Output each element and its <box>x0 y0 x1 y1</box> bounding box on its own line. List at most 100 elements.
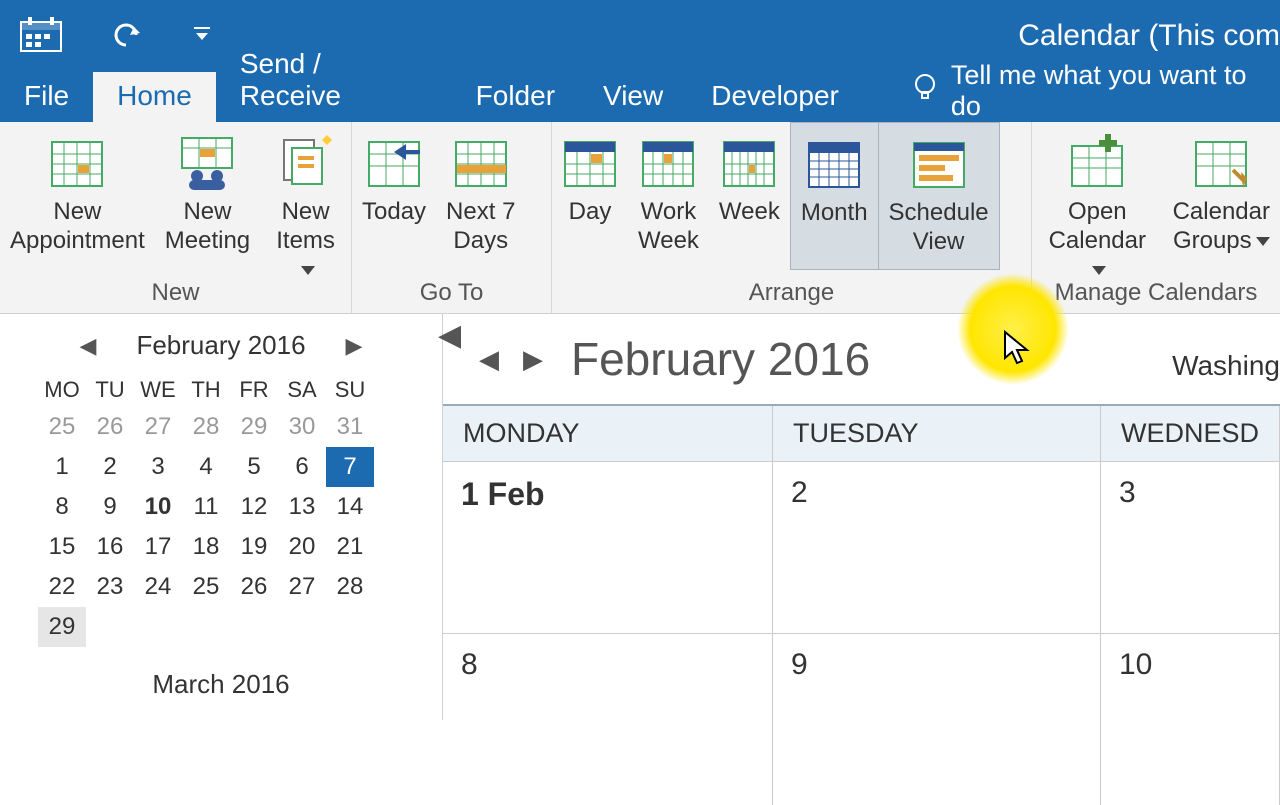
mini-date-cell[interactable]: 27 <box>278 567 326 607</box>
calendar-grid-icon <box>49 134 105 190</box>
open-calendar-button[interactable]: Open Calendar <box>1032 122 1163 270</box>
tab-folder[interactable]: Folder <box>452 72 579 122</box>
calendar-groups-button[interactable]: Calendar Groups <box>1163 122 1280 270</box>
mini-calendar-title: February 2016 <box>136 330 305 361</box>
mini-date-cell[interactable]: 4 <box>182 447 230 487</box>
day-cell[interactable]: 10 <box>1101 633 1279 805</box>
group-arrange-label: Arrange <box>552 275 1031 313</box>
mini-date-cell[interactable]: 17 <box>134 527 182 567</box>
today-button[interactable]: Today <box>352 122 436 270</box>
next-month-icon[interactable]: ▶ <box>346 333 363 359</box>
mini-dow: SU <box>326 373 374 407</box>
mini-date-cell[interactable]: 22 <box>38 567 86 607</box>
column-header-wednesday: WEDNESD <box>1101 406 1279 461</box>
new-meeting-label: New Meeting <box>165 198 250 256</box>
prev-period-icon[interactable]: ◀ <box>467 344 511 375</box>
mini-date-cell[interactable]: 30 <box>278 407 326 447</box>
mini-date-cell[interactable]: 3 <box>134 447 182 487</box>
group-goto-label: Go To <box>352 275 551 313</box>
mini-date-cell <box>134 607 182 647</box>
mini-calendar-grid: MOTUWETHFRSASU25262728293031123456789101… <box>38 373 404 647</box>
tab-view[interactable]: View <box>579 72 687 122</box>
mini-date-cell[interactable]: 5 <box>230 447 278 487</box>
tab-developer[interactable]: Developer <box>687 72 863 122</box>
mini-date-cell[interactable]: 18 <box>182 527 230 567</box>
next-7-days-button[interactable]: Next 7 Days <box>436 122 525 270</box>
mini-date-cell[interactable]: 25 <box>38 407 86 447</box>
work-week-label: Work Week <box>638 198 699 256</box>
tab-file[interactable]: File <box>0 72 93 122</box>
mini-date-cell[interactable]: 6 <box>278 447 326 487</box>
day-label: Day <box>569 198 612 227</box>
mini-date-cell[interactable]: 2 <box>86 447 134 487</box>
undo-icon[interactable] <box>110 19 144 54</box>
mini-date-cell[interactable]: 29 <box>38 607 86 647</box>
dropdown-icon <box>301 266 315 275</box>
month-label: Month <box>801 199 868 228</box>
day-cell[interactable]: 2 <box>773 461 1100 633</box>
mini-date-cell[interactable]: 26 <box>86 407 134 447</box>
mini-date-cell[interactable]: 1 <box>38 447 86 487</box>
dropdown-icon <box>1092 266 1106 275</box>
mini-date-cell[interactable]: 10 <box>134 487 182 527</box>
week-label: Week <box>719 198 780 227</box>
mini-date-cell <box>86 607 134 647</box>
next-period-icon[interactable]: ▶ <box>511 344 555 375</box>
tab-send-receive[interactable]: Send / Receive <box>216 40 452 122</box>
mini-calendar-next-title: March 2016 <box>38 669 404 700</box>
mini-date-cell[interactable]: 29 <box>230 407 278 447</box>
next-7-days-label: Next 7 Days <box>446 198 515 256</box>
month-button[interactable]: Month <box>790 122 879 270</box>
mini-date-cell[interactable]: 31 <box>326 407 374 447</box>
tell-me-search[interactable]: Tell me what you want to do <box>913 60 1280 122</box>
today-label: Today <box>362 198 426 227</box>
mini-date-cell[interactable]: 21 <box>326 527 374 567</box>
mini-date-cell[interactable]: 8 <box>38 487 86 527</box>
tell-me-label: Tell me what you want to do <box>951 60 1280 122</box>
mini-date-cell[interactable]: 23 <box>86 567 134 607</box>
mini-date-cell[interactable]: 28 <box>326 567 374 607</box>
new-meeting-button[interactable]: New Meeting <box>155 122 260 270</box>
day-cell[interactable]: 1 Feb <box>443 461 772 633</box>
new-items-icon <box>278 134 334 190</box>
mini-date-cell[interactable]: 9 <box>86 487 134 527</box>
qat-customize-icon[interactable] <box>192 25 212 48</box>
new-items-button[interactable]: New Items <box>260 122 351 270</box>
calendar-7-icon <box>453 134 509 190</box>
week-button[interactable]: Week <box>709 122 790 270</box>
new-appointment-button[interactable]: New Appointment <box>0 122 155 270</box>
navigation-pane: ◀ ◀ February 2016 ▶ MOTUWETHFRSASU252627… <box>0 314 443 720</box>
view-title: February 2016 <box>571 332 870 386</box>
mini-date-cell[interactable]: 27 <box>134 407 182 447</box>
mini-date-cell <box>278 607 326 647</box>
work-week-button[interactable]: Work Week <box>628 122 709 270</box>
mini-date-cell[interactable]: 7 <box>326 447 374 487</box>
calendar-content: ◀ ▶ February 2016 Washing MONDAY 1 Feb 8… <box>443 314 1280 720</box>
day-cell[interactable]: 3 <box>1101 461 1279 633</box>
mini-date-cell[interactable]: 13 <box>278 487 326 527</box>
mini-date-cell[interactable]: 16 <box>86 527 134 567</box>
tab-home[interactable]: Home <box>93 72 216 122</box>
calendar-app-icon <box>20 16 62 57</box>
mini-date-cell[interactable]: 15 <box>38 527 86 567</box>
mini-date-cell[interactable]: 26 <box>230 567 278 607</box>
day-cell[interactable]: 9 <box>773 633 1100 805</box>
mini-dow: MO <box>38 373 86 407</box>
mini-date-cell[interactable]: 19 <box>230 527 278 567</box>
mini-date-cell[interactable]: 11 <box>182 487 230 527</box>
mini-date-cell[interactable]: 20 <box>278 527 326 567</box>
mini-date-cell[interactable]: 24 <box>134 567 182 607</box>
mini-date-cell[interactable]: 28 <box>182 407 230 447</box>
mini-date-cell[interactable]: 14 <box>326 487 374 527</box>
schedule-view-icon <box>911 135 967 191</box>
calendar-groups-label: Calendar Groups <box>1173 198 1270 256</box>
calendar-week-icon <box>721 134 777 190</box>
prev-month-icon[interactable]: ◀ <box>80 333 97 359</box>
mini-date-cell[interactable]: 12 <box>230 487 278 527</box>
day-button[interactable]: Day <box>552 122 628 270</box>
calendar-workweek-icon <box>640 134 696 190</box>
day-cell[interactable]: 8 <box>443 633 772 805</box>
mini-dow: WE <box>134 373 182 407</box>
mini-date-cell[interactable]: 25 <box>182 567 230 607</box>
schedule-view-button[interactable]: Schedule View <box>879 122 1000 270</box>
